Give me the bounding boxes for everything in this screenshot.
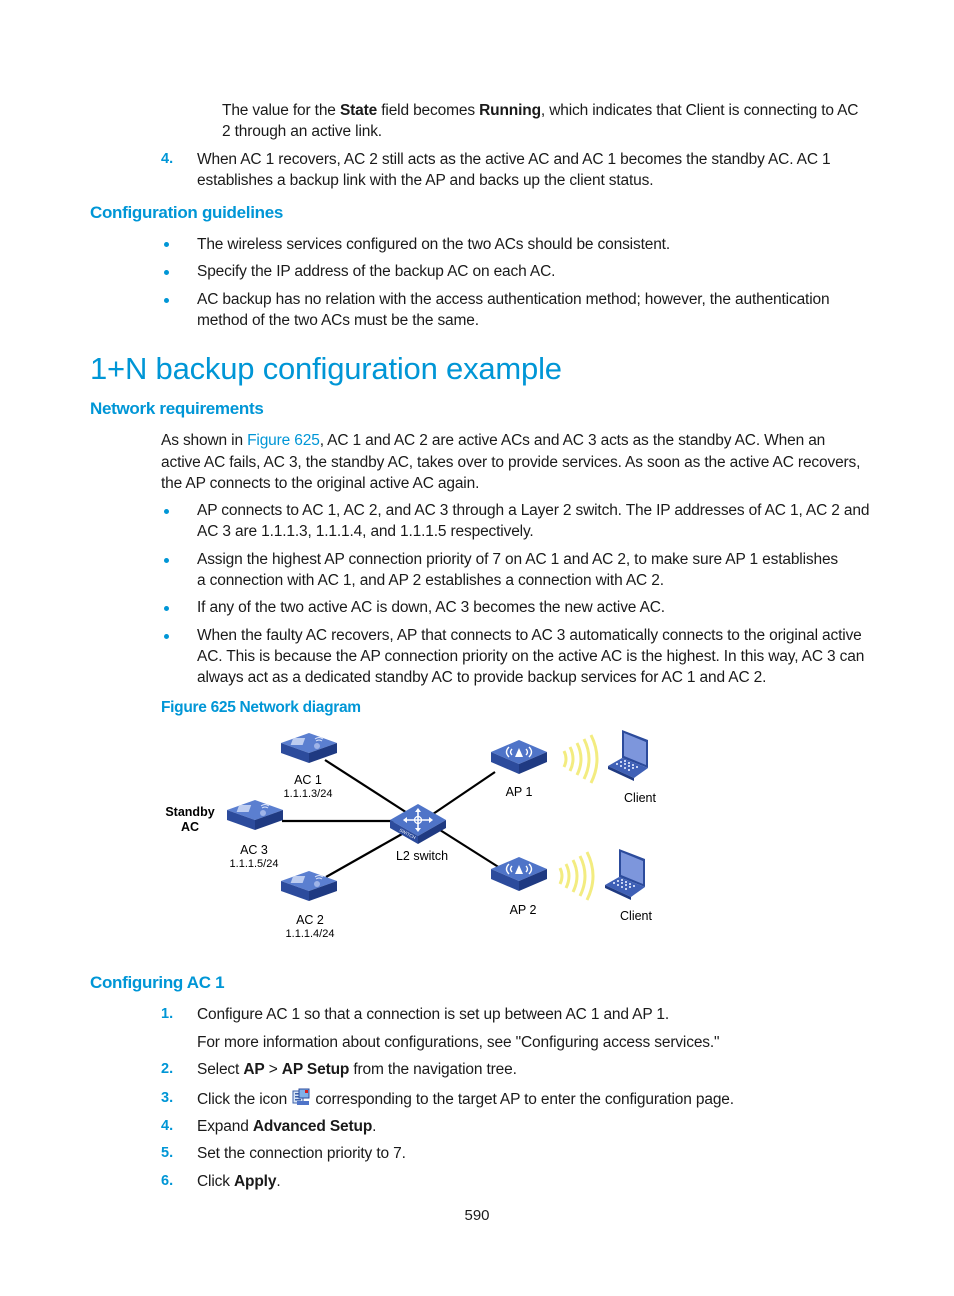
wireless-signal-icon	[562, 733, 599, 785]
text-segment: As shown in	[161, 432, 248, 449]
ap1-device-icon	[490, 739, 548, 775]
text-segment: field becomes	[377, 102, 480, 119]
step3-result-text-line2: 2 through an active link.	[222, 123, 382, 140]
intro-paragraph-line2: active AC fails, AC 3, the standby AC, t…	[161, 454, 861, 471]
requirement-item-line2: AC 3 are 1.1.1.3, 1.1.1.4, and 1.1.1.5 r…	[197, 523, 534, 540]
ac2-label: AC 2	[296, 913, 324, 927]
menu-ap-setup: AP Setup	[281, 1061, 350, 1078]
text-segment: >	[264, 1061, 282, 1078]
standby-label-line2: AC	[181, 820, 199, 834]
step4-text-line2: establishes a backup link with the AP an…	[197, 172, 654, 189]
guideline-item-line2: method of the two ACs must be the same.	[197, 312, 479, 329]
bullet-icon	[164, 242, 169, 247]
step-text: Set the connection priority to 7.	[197, 1145, 406, 1162]
ac3-label: AC 3	[240, 843, 268, 857]
bullet-icon	[164, 509, 169, 514]
step-number: 5.	[161, 1145, 174, 1161]
section-title: 1+N backup configuration example	[90, 351, 562, 386]
ac1-device-icon	[280, 732, 338, 764]
requirement-item-line3: always act as a dedicated standby AC to …	[197, 669, 767, 686]
wireless-signal-icon	[558, 850, 595, 902]
step3-result-text: The value for the State field becomes Ru…	[222, 100, 859, 121]
bullet-icon	[164, 606, 169, 611]
page-number: 590	[464, 1207, 490, 1224]
client1-laptop-icon	[608, 730, 648, 781]
text-segment: corresponding to the target AP to enter …	[311, 1091, 734, 1108]
figure-caption: Figure 625 Network diagram	[161, 699, 361, 716]
link-switch-ap1	[432, 771, 496, 815]
bullet-icon	[164, 634, 169, 639]
step-text: Expand Advanced Setup.	[197, 1116, 377, 1137]
client2-laptop-icon	[605, 849, 645, 900]
running-value: Running	[479, 102, 541, 119]
ap2-label: AP 2	[510, 903, 537, 917]
ac3-ip: 1.1.1.5/24	[230, 858, 279, 870]
text-segment: The value for the	[222, 102, 340, 119]
ac2-ip: 1.1.1.4/24	[286, 928, 335, 940]
requirement-item: If any of the two active AC is down, AC …	[197, 599, 665, 616]
bullet-icon	[164, 558, 169, 563]
bullet-icon	[164, 298, 169, 303]
text-segment: Select	[197, 1061, 244, 1078]
ac3-device-icon	[226, 799, 284, 831]
standby-label: Standby	[165, 805, 214, 819]
step-number: 3.	[161, 1090, 174, 1106]
link-ac2-switch	[325, 833, 403, 878]
bullet-icon	[164, 270, 169, 275]
requirement-item: AP connects to AC 1, AC 2, and AC 3 thro…	[197, 502, 870, 519]
ac1-ip: 1.1.1.3/24	[284, 788, 333, 800]
step-text: Select AP > AP Setup from the navigation…	[197, 1059, 517, 1080]
network-requirements-heading: Network requirements	[90, 399, 264, 418]
ap2-device-icon	[490, 856, 548, 892]
step-text: Click the icon corresponding to the targ…	[197, 1088, 734, 1110]
client2-label: Client	[620, 909, 652, 923]
text-segment: , AC 1 and AC 2 are active ACs and AC 3 …	[319, 432, 826, 449]
link-ac1-switch	[324, 759, 416, 819]
text-segment: .	[372, 1118, 377, 1135]
step-note: For more information about configuration…	[197, 1034, 720, 1051]
network-diagram: AC 1 1.1.1.3/24 Standby AC AC 3 1.1.1.5/…	[165, 730, 657, 940]
guideline-item: Specify the IP address of the backup AC …	[197, 263, 556, 280]
text-segment: , which indicates that Client is connect…	[540, 102, 859, 119]
switch-label: L2 switch	[396, 849, 448, 863]
figure-625-link[interactable]: Figure 625	[247, 432, 320, 449]
requirement-item-line2: AC. This is because the AP connection pr…	[197, 648, 865, 665]
step-number: 4.	[161, 151, 174, 167]
guideline-item: AC backup has no relation with the acces…	[197, 291, 830, 308]
step4-text: When AC 1 recovers, AC 2 still acts as t…	[197, 151, 831, 168]
step-number: 4.	[161, 1118, 174, 1134]
advanced-setup-label: Advanced Setup	[252, 1118, 373, 1135]
requirement-item: When the faulty AC recovers, AP that con…	[197, 627, 862, 644]
step-number: 1.	[161, 1006, 174, 1022]
text-segment: Expand	[197, 1118, 253, 1135]
text-segment: from the navigation tree.	[349, 1061, 517, 1078]
text-segment: Click	[197, 1173, 234, 1190]
step-text: Click Apply.	[197, 1171, 281, 1192]
client1-label: Client	[624, 791, 656, 805]
intro-paragraph: As shown in Figure 625, AC 1 and AC 2 ar…	[161, 430, 825, 451]
step-text: Configure AC 1 so that a connection is s…	[197, 1006, 670, 1023]
step-number: 6.	[161, 1173, 174, 1189]
requirement-item-line2: a connection with AC 1, and AP 2 establi…	[197, 572, 664, 589]
intro-paragraph-line3: the AP connects to the original active A…	[161, 475, 480, 492]
state-field-name: State	[339, 102, 378, 119]
text-segment: .	[276, 1173, 281, 1190]
ac1-label: AC 1	[294, 773, 322, 787]
menu-ap: AP	[243, 1061, 265, 1078]
ap1-label: AP 1	[506, 785, 533, 799]
step-number: 2.	[161, 1061, 174, 1077]
apply-label: Apply	[234, 1173, 277, 1190]
text-segment: Click the icon	[197, 1091, 292, 1108]
link-switch-ap2	[439, 829, 501, 869]
guideline-item: The wireless services configured on the …	[197, 236, 670, 253]
configuring-ac1-heading: Configuring AC 1	[90, 973, 225, 992]
requirement-item: Assign the highest AP connection priorit…	[197, 551, 839, 568]
ap-config-icon	[292, 1088, 310, 1105]
config-guidelines-heading: Configuration guidelines	[90, 203, 284, 222]
